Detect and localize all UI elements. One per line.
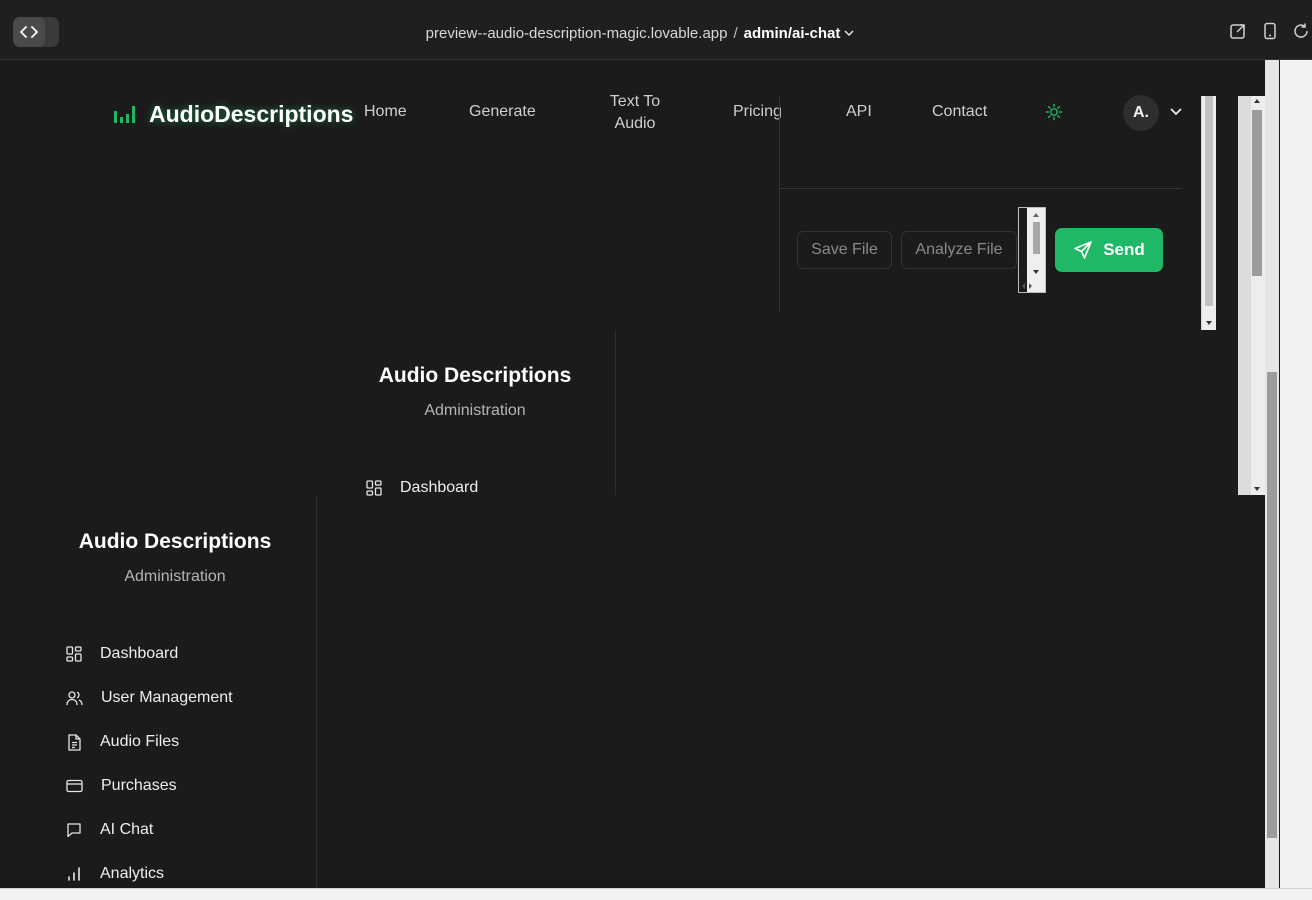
address-bar[interactable]: preview--audio-description-magic.lovable…: [380, 22, 900, 44]
url-path: admin/ai-chat: [743, 24, 841, 42]
sidebar-item-label: User Management: [101, 689, 233, 706]
nested-sidebar-title: Audio Descriptions: [378, 364, 572, 387]
sun-icon[interactable]: [1045, 103, 1063, 121]
site-logo[interactable]: AudioDescriptions: [113, 100, 353, 128]
url-separator: /: [733, 24, 738, 42]
sidebar-item-user-management[interactable]: User Management: [66, 686, 233, 710]
credit-card-icon: [66, 779, 83, 793]
sidebar-item-audio-files[interactable]: Audio Files: [66, 730, 179, 754]
avatar[interactable]: A.: [1123, 95, 1159, 131]
window-bottom-edge: [0, 888, 1312, 900]
chat-textarea-scrollbar[interactable]: [1018, 207, 1046, 293]
sidebar-subtitle: Administration: [124, 568, 226, 585]
dashboard-icon: [366, 480, 382, 496]
refresh-icon[interactable]: [1292, 22, 1310, 40]
nested-sidebar-subtitle: Administration: [424, 402, 526, 419]
nav-pricing[interactable]: Pricing: [733, 103, 782, 121]
sidebar-item-label: Audio Files: [100, 733, 180, 750]
sidebar-title: Audio Descriptions: [78, 530, 272, 553]
sidebar-item-dashboard[interactable]: Dashboard: [66, 642, 178, 666]
send-button[interactable]: Send: [1055, 228, 1163, 272]
chat-input-divider: [779, 188, 1181, 189]
file-text-icon: [66, 733, 82, 751]
code-view-toggle[interactable]: [13, 17, 59, 47]
nav-contact[interactable]: Contact: [932, 103, 987, 121]
analyze-file-button[interactable]: Analyze File: [901, 231, 1017, 269]
sidebar-item-ai-chat[interactable]: AI Chat: [66, 818, 153, 842]
nav-text-to-audio[interactable]: Text To Audio: [598, 91, 672, 135]
nav-api[interactable]: API: [846, 103, 872, 121]
message-square-icon: [66, 822, 82, 838]
sidebar-item-label: AI Chat: [100, 821, 154, 838]
nested-frame-scrollbar[interactable]: [1235, 96, 1265, 495]
bar-chart-icon: [66, 866, 82, 882]
sidebar-item-label: Dashboard: [100, 645, 179, 662]
page-scrollbar-thumb[interactable]: [1267, 372, 1277, 838]
sidebar-item-label: Analytics: [100, 865, 165, 882]
nested-sidebar-item-label: Dashboard: [400, 479, 479, 496]
logo-text: AudioDescriptions: [149, 100, 354, 127]
audio-bars-icon: [113, 103, 139, 125]
send-label: Send: [1103, 240, 1145, 259]
chevron-down-icon[interactable]: [844, 29, 854, 37]
chevron-down-icon[interactable]: [1169, 106, 1183, 118]
sidebar-border: [316, 496, 317, 888]
send-icon: [1073, 240, 1093, 260]
nav-home[interactable]: Home: [364, 103, 407, 121]
page-viewport: [0, 60, 1280, 888]
code-icon: [13, 17, 45, 47]
mobile-view-icon[interactable]: [1261, 22, 1279, 40]
open-external-icon[interactable]: [1229, 22, 1247, 40]
nested-sidebar-item-dashboard[interactable]: Dashboard: [366, 476, 478, 500]
chat-scrollbar[interactable]: [1201, 96, 1216, 330]
sidebar-item-analytics[interactable]: Analytics: [66, 862, 164, 886]
chat-panel-border: [779, 96, 780, 312]
sidebar-item-label: Purchases: [101, 777, 177, 794]
save-file-button[interactable]: Save File: [797, 231, 892, 269]
sidebar-item-purchases[interactable]: Purchases: [66, 774, 177, 798]
nav-generate[interactable]: Generate: [469, 103, 536, 121]
nested-sidebar-border: [615, 330, 616, 495]
url-host: preview--audio-description-magic.lovable…: [425, 24, 728, 42]
users-icon: [66, 690, 83, 706]
dashboard-icon: [66, 646, 82, 662]
